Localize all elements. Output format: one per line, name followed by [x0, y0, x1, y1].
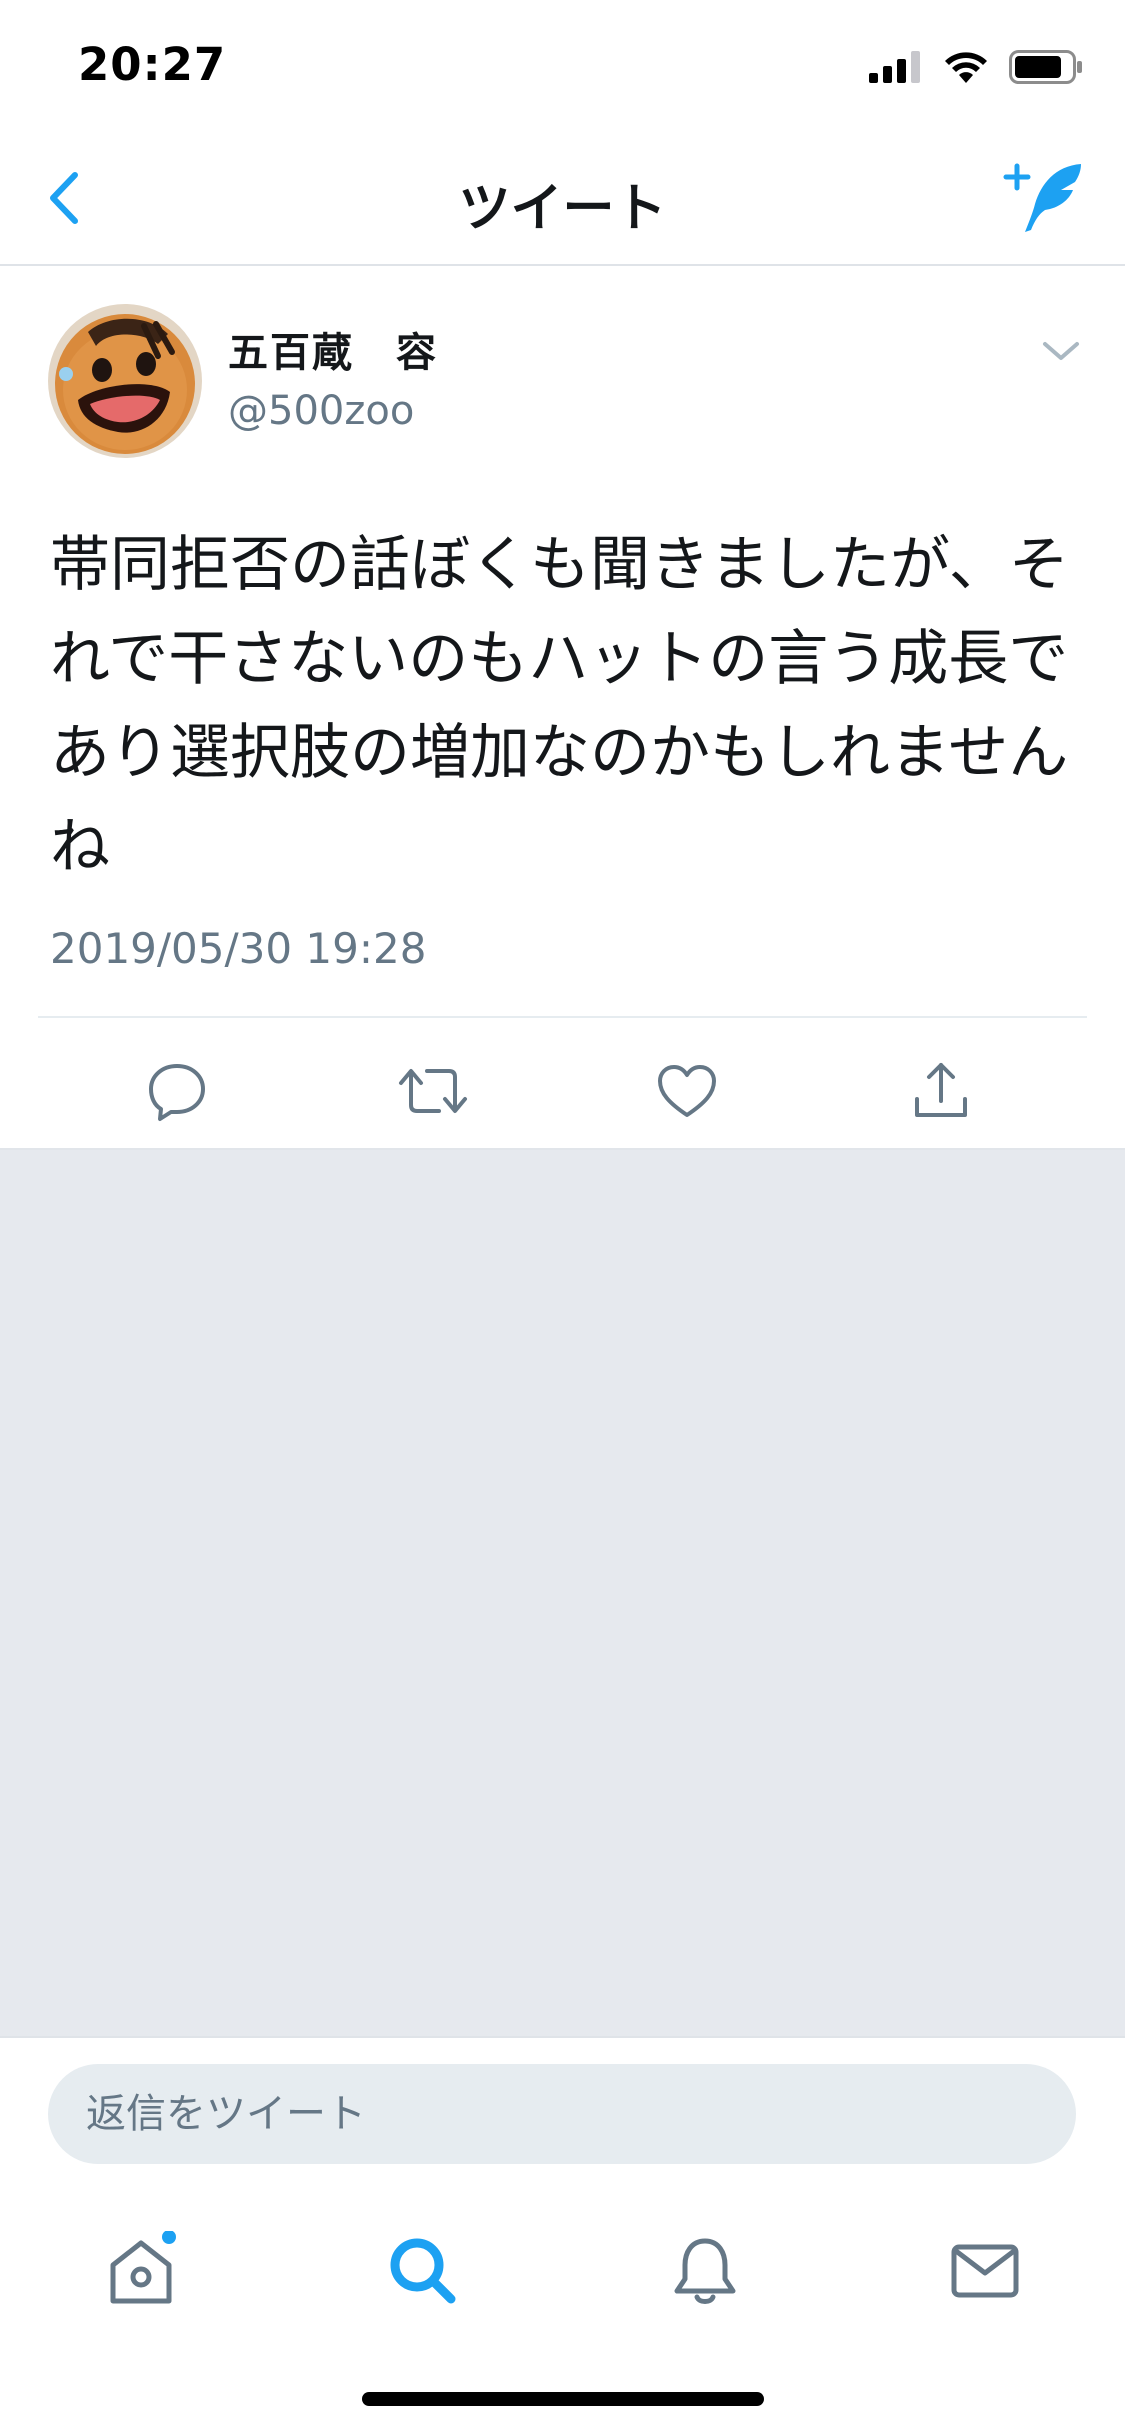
notifications-icon: [674, 2238, 736, 2304]
cellular-signal-icon: [869, 51, 920, 83]
battery-icon: [1009, 50, 1082, 84]
divider: [38, 1016, 1087, 1018]
reply-bar: 返信をツイート: [0, 2036, 1125, 2166]
author-handle: @500zoo: [228, 388, 415, 434]
status-time: 20:27: [78, 38, 227, 91]
home-icon: [110, 2231, 176, 2304]
chevron-down-icon: [1043, 342, 1079, 360]
wifi-icon: [945, 52, 987, 83]
reply-input[interactable]: 返信をツイート: [48, 2064, 1076, 2164]
messages-icon: [951, 2244, 1019, 2298]
reply-button[interactable]: [132, 1046, 222, 1136]
like-icon: [658, 1065, 716, 1117]
share-icon: [915, 1063, 967, 1117]
nav-bar: ツイート: [0, 132, 1125, 266]
unread-dot: [162, 2231, 176, 2244]
like-button[interactable]: [642, 1046, 732, 1136]
tweet-detail: 五百蔵 容 @500zoo 帯同拒否の話ぼくも聞きましたが、それで干さないのもハ…: [0, 268, 1125, 1148]
tweet-text: 帯同拒否の話ぼくも聞きましたが、それで干さないのもハットの言う成長であり選択肢の…: [50, 530, 1069, 882]
compose-tweet-button[interactable]: [1003, 158, 1089, 238]
avatar-image: [48, 304, 202, 458]
status-icons: [869, 50, 1083, 84]
avatar[interactable]: [48, 304, 202, 458]
retweet-icon: [399, 1069, 467, 1113]
tweet-options-button[interactable]: [1039, 334, 1083, 368]
reply-icon: [149, 1064, 205, 1121]
tab-notifications[interactable]: [660, 2226, 750, 2316]
empty-replies-area: [0, 1148, 1125, 2036]
home-indicator: [362, 2392, 764, 2406]
search-icon: [390, 2238, 456, 2304]
author-info[interactable]: 五百蔵 容 @500zoo: [228, 320, 438, 434]
tab-search[interactable]: [378, 2226, 468, 2316]
share-button[interactable]: [896, 1046, 986, 1136]
tab-home[interactable]: [96, 2226, 186, 2316]
status-bar: 20:27: [0, 0, 1125, 132]
tab-messages[interactable]: [940, 2226, 1030, 2316]
author-name: 五百蔵 容: [228, 330, 438, 376]
tweet-actions: [0, 1046, 1125, 1136]
retweet-button[interactable]: [388, 1046, 478, 1136]
page-title: ツイート: [458, 179, 667, 239]
tweet-timestamp: 2019/05/30 19:28: [50, 924, 427, 973]
compose-tweet-icon: [1003, 163, 1081, 232]
